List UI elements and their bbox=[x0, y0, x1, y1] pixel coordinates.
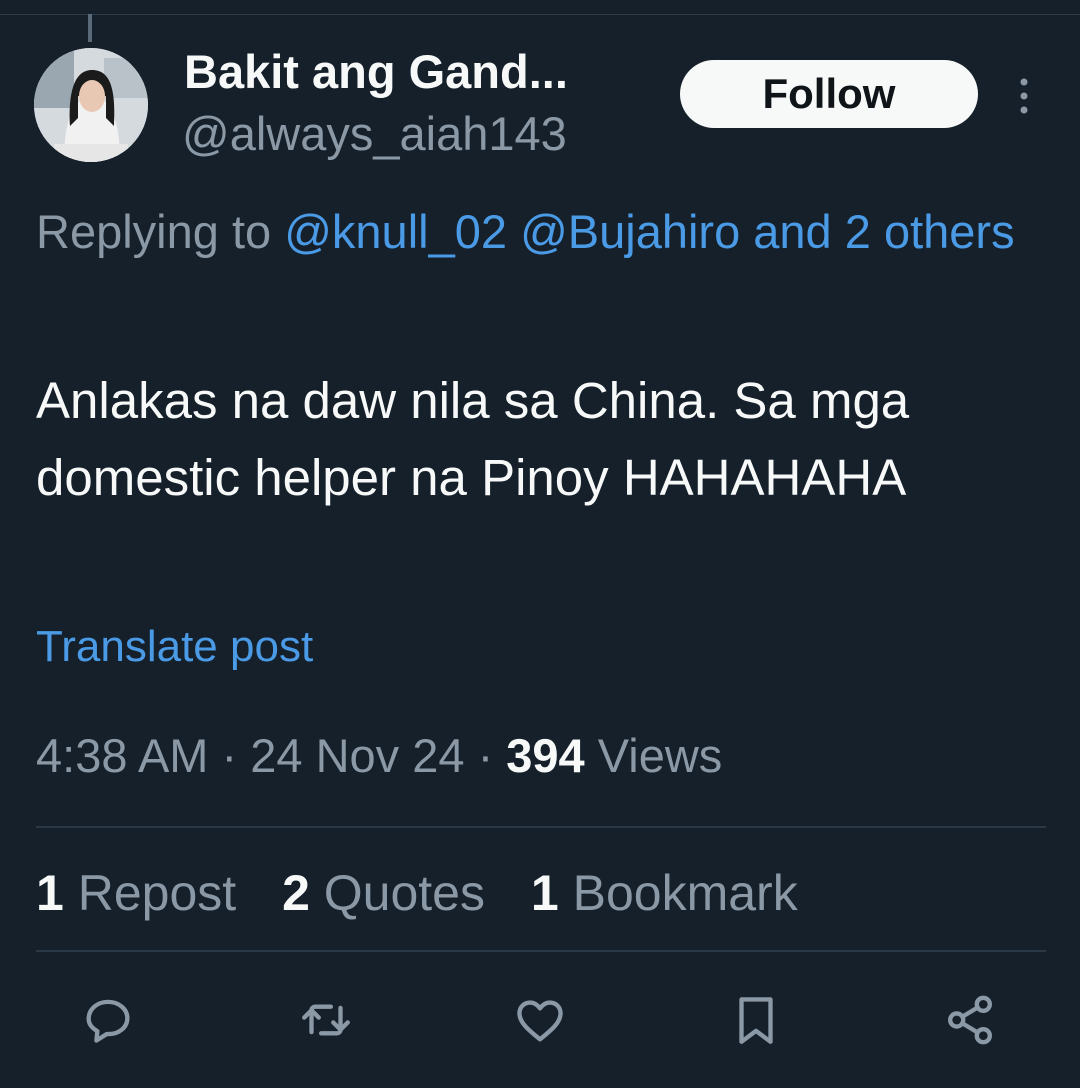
share-button[interactable] bbox=[940, 990, 1000, 1050]
views-count: 394 bbox=[506, 729, 585, 782]
bookmarks-stat[interactable]: 1 Bookmark bbox=[531, 865, 798, 921]
heart-icon bbox=[517, 1000, 563, 1042]
reply-button[interactable] bbox=[78, 990, 138, 1050]
top-divider bbox=[0, 14, 1080, 15]
author-handle[interactable]: @always_aiah143 bbox=[182, 106, 567, 161]
replying-to-line: Replying to @knull_02 @Bujahiro and 2 ot… bbox=[36, 196, 1046, 268]
author-display-name[interactable]: Bakit ang Gand... bbox=[184, 44, 568, 99]
divider bbox=[36, 826, 1046, 828]
reply-icon bbox=[86, 999, 130, 1043]
views-label: Views bbox=[597, 729, 723, 782]
avatar[interactable] bbox=[34, 48, 148, 162]
post-text: Anlakas na daw nila sa China. Sa mga dom… bbox=[36, 372, 910, 506]
quotes-count: 2 bbox=[282, 865, 310, 921]
replying-to-label: Replying to bbox=[36, 205, 272, 258]
reposts-stat[interactable]: 1 Repost bbox=[36, 865, 236, 921]
engagement-stats: 1 Repost 2 Quotes 1 Bookmark bbox=[36, 864, 830, 922]
bookmarks-label: Bookmark bbox=[572, 865, 798, 921]
post-meta: 4:38 AM · 24 Nov 24 · 394 Views bbox=[36, 728, 722, 783]
meta-separator: · bbox=[477, 729, 507, 782]
reposts-count: 1 bbox=[36, 865, 64, 921]
reposts-label: Repost bbox=[77, 865, 237, 921]
mention-link[interactable]: @knull_02 bbox=[284, 205, 507, 258]
repost-button[interactable] bbox=[296, 990, 356, 1050]
thread-connector-line bbox=[88, 14, 92, 42]
like-button[interactable] bbox=[510, 990, 570, 1050]
more-icon[interactable] bbox=[1006, 76, 1042, 116]
quotes-stat[interactable]: 2 Quotes bbox=[282, 865, 485, 921]
bookmarks-count: 1 bbox=[530, 865, 559, 921]
others-link[interactable]: and 2 others bbox=[753, 205, 1014, 258]
repost-icon bbox=[302, 1004, 350, 1036]
post-time[interactable]: 4:38 AM bbox=[36, 729, 208, 782]
quotes-label: Quotes bbox=[323, 865, 485, 921]
mention-link[interactable]: @Bujahiro bbox=[520, 205, 740, 258]
translate-post-link[interactable]: Translate post bbox=[36, 622, 313, 672]
follow-button[interactable]: Follow bbox=[680, 60, 978, 128]
avatar-photo-icon bbox=[34, 48, 148, 162]
share-icon bbox=[948, 995, 992, 1045]
meta-separator: · bbox=[221, 729, 251, 782]
post-date[interactable]: 24 Nov 24 bbox=[250, 729, 464, 782]
divider bbox=[36, 950, 1046, 952]
bookmark-button[interactable] bbox=[726, 990, 786, 1050]
bookmark-icon bbox=[739, 997, 773, 1044]
